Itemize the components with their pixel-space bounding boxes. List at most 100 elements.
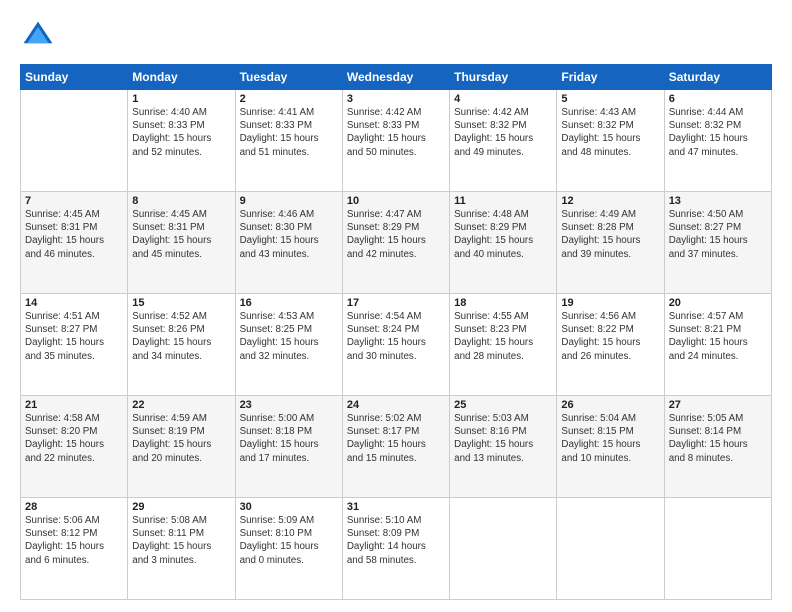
- calendar-header-thursday: Thursday: [450, 65, 557, 90]
- day-info: Sunrise: 4:53 AM Sunset: 8:25 PM Dayligh…: [240, 310, 338, 363]
- calendar-cell: 24Sunrise: 5:02 AM Sunset: 8:17 PM Dayli…: [342, 396, 449, 498]
- calendar-cell: 5Sunrise: 4:43 AM Sunset: 8:32 PM Daylig…: [557, 90, 664, 192]
- calendar-header-friday: Friday: [557, 65, 664, 90]
- day-info: Sunrise: 4:56 AM Sunset: 8:22 PM Dayligh…: [561, 310, 659, 363]
- calendar-week-3: 14Sunrise: 4:51 AM Sunset: 8:27 PM Dayli…: [21, 294, 772, 396]
- day-number: 17: [347, 297, 445, 309]
- day-info: Sunrise: 5:04 AM Sunset: 8:15 PM Dayligh…: [561, 412, 659, 465]
- calendar-cell: 7Sunrise: 4:45 AM Sunset: 8:31 PM Daylig…: [21, 192, 128, 294]
- calendar-cell: 26Sunrise: 5:04 AM Sunset: 8:15 PM Dayli…: [557, 396, 664, 498]
- calendar-cell: 10Sunrise: 4:47 AM Sunset: 8:29 PM Dayli…: [342, 192, 449, 294]
- calendar-cell: 11Sunrise: 4:48 AM Sunset: 8:29 PM Dayli…: [450, 192, 557, 294]
- day-number: 21: [25, 399, 123, 411]
- calendar-cell: 4Sunrise: 4:42 AM Sunset: 8:32 PM Daylig…: [450, 90, 557, 192]
- day-info: Sunrise: 5:00 AM Sunset: 8:18 PM Dayligh…: [240, 412, 338, 465]
- day-info: Sunrise: 4:58 AM Sunset: 8:20 PM Dayligh…: [25, 412, 123, 465]
- calendar-cell: [557, 498, 664, 600]
- calendar-cell: [450, 498, 557, 600]
- calendar-header-tuesday: Tuesday: [235, 65, 342, 90]
- day-info: Sunrise: 5:03 AM Sunset: 8:16 PM Dayligh…: [454, 412, 552, 465]
- logo: [20, 18, 60, 54]
- day-number: 25: [454, 399, 552, 411]
- day-info: Sunrise: 4:51 AM Sunset: 8:27 PM Dayligh…: [25, 310, 123, 363]
- calendar-cell: 17Sunrise: 4:54 AM Sunset: 8:24 PM Dayli…: [342, 294, 449, 396]
- calendar-week-2: 7Sunrise: 4:45 AM Sunset: 8:31 PM Daylig…: [21, 192, 772, 294]
- day-number: 19: [561, 297, 659, 309]
- calendar-cell: [21, 90, 128, 192]
- header: [20, 18, 772, 54]
- day-number: 28: [25, 501, 123, 513]
- day-number: 12: [561, 195, 659, 207]
- calendar-cell: 14Sunrise: 4:51 AM Sunset: 8:27 PM Dayli…: [21, 294, 128, 396]
- day-number: 14: [25, 297, 123, 309]
- day-info: Sunrise: 4:42 AM Sunset: 8:32 PM Dayligh…: [454, 106, 552, 159]
- day-number: 4: [454, 93, 552, 105]
- calendar-table: SundayMondayTuesdayWednesdayThursdayFrid…: [20, 64, 772, 600]
- calendar-cell: 21Sunrise: 4:58 AM Sunset: 8:20 PM Dayli…: [21, 396, 128, 498]
- day-info: Sunrise: 4:45 AM Sunset: 8:31 PM Dayligh…: [25, 208, 123, 261]
- day-number: 3: [347, 93, 445, 105]
- day-number: 26: [561, 399, 659, 411]
- calendar-cell: 16Sunrise: 4:53 AM Sunset: 8:25 PM Dayli…: [235, 294, 342, 396]
- day-number: 24: [347, 399, 445, 411]
- day-info: Sunrise: 4:50 AM Sunset: 8:27 PM Dayligh…: [669, 208, 767, 261]
- day-info: Sunrise: 4:42 AM Sunset: 8:33 PM Dayligh…: [347, 106, 445, 159]
- day-info: Sunrise: 4:40 AM Sunset: 8:33 PM Dayligh…: [132, 106, 230, 159]
- day-info: Sunrise: 4:44 AM Sunset: 8:32 PM Dayligh…: [669, 106, 767, 159]
- day-number: 20: [669, 297, 767, 309]
- day-info: Sunrise: 4:48 AM Sunset: 8:29 PM Dayligh…: [454, 208, 552, 261]
- calendar-cell: 2Sunrise: 4:41 AM Sunset: 8:33 PM Daylig…: [235, 90, 342, 192]
- day-number: 30: [240, 501, 338, 513]
- day-number: 1: [132, 93, 230, 105]
- calendar-cell: 3Sunrise: 4:42 AM Sunset: 8:33 PM Daylig…: [342, 90, 449, 192]
- calendar-cell: 28Sunrise: 5:06 AM Sunset: 8:12 PM Dayli…: [21, 498, 128, 600]
- calendar-cell: 6Sunrise: 4:44 AM Sunset: 8:32 PM Daylig…: [664, 90, 771, 192]
- calendar-cell: 1Sunrise: 4:40 AM Sunset: 8:33 PM Daylig…: [128, 90, 235, 192]
- day-number: 6: [669, 93, 767, 105]
- calendar-cell: 29Sunrise: 5:08 AM Sunset: 8:11 PM Dayli…: [128, 498, 235, 600]
- day-number: 23: [240, 399, 338, 411]
- calendar-cell: 9Sunrise: 4:46 AM Sunset: 8:30 PM Daylig…: [235, 192, 342, 294]
- calendar-cell: 20Sunrise: 4:57 AM Sunset: 8:21 PM Dayli…: [664, 294, 771, 396]
- calendar-cell: 8Sunrise: 4:45 AM Sunset: 8:31 PM Daylig…: [128, 192, 235, 294]
- calendar-cell: 25Sunrise: 5:03 AM Sunset: 8:16 PM Dayli…: [450, 396, 557, 498]
- calendar-header-sunday: Sunday: [21, 65, 128, 90]
- day-number: 13: [669, 195, 767, 207]
- calendar-cell: 22Sunrise: 4:59 AM Sunset: 8:19 PM Dayli…: [128, 396, 235, 498]
- day-number: 16: [240, 297, 338, 309]
- calendar-cell: 27Sunrise: 5:05 AM Sunset: 8:14 PM Dayli…: [664, 396, 771, 498]
- day-info: Sunrise: 4:46 AM Sunset: 8:30 PM Dayligh…: [240, 208, 338, 261]
- day-number: 31: [347, 501, 445, 513]
- day-number: 11: [454, 195, 552, 207]
- day-info: Sunrise: 5:08 AM Sunset: 8:11 PM Dayligh…: [132, 514, 230, 567]
- day-info: Sunrise: 5:02 AM Sunset: 8:17 PM Dayligh…: [347, 412, 445, 465]
- day-info: Sunrise: 4:47 AM Sunset: 8:29 PM Dayligh…: [347, 208, 445, 261]
- day-info: Sunrise: 4:41 AM Sunset: 8:33 PM Dayligh…: [240, 106, 338, 159]
- calendar-header-wednesday: Wednesday: [342, 65, 449, 90]
- day-number: 9: [240, 195, 338, 207]
- day-info: Sunrise: 4:49 AM Sunset: 8:28 PM Dayligh…: [561, 208, 659, 261]
- day-info: Sunrise: 4:52 AM Sunset: 8:26 PM Dayligh…: [132, 310, 230, 363]
- day-info: Sunrise: 5:05 AM Sunset: 8:14 PM Dayligh…: [669, 412, 767, 465]
- day-info: Sunrise: 4:54 AM Sunset: 8:24 PM Dayligh…: [347, 310, 445, 363]
- calendar-cell: 15Sunrise: 4:52 AM Sunset: 8:26 PM Dayli…: [128, 294, 235, 396]
- calendar-cell: 30Sunrise: 5:09 AM Sunset: 8:10 PM Dayli…: [235, 498, 342, 600]
- day-number: 10: [347, 195, 445, 207]
- day-number: 29: [132, 501, 230, 513]
- calendar-week-5: 28Sunrise: 5:06 AM Sunset: 8:12 PM Dayli…: [21, 498, 772, 600]
- day-number: 2: [240, 93, 338, 105]
- logo-icon: [20, 18, 56, 54]
- calendar-cell: 13Sunrise: 4:50 AM Sunset: 8:27 PM Dayli…: [664, 192, 771, 294]
- day-info: Sunrise: 4:59 AM Sunset: 8:19 PM Dayligh…: [132, 412, 230, 465]
- calendar-cell: 31Sunrise: 5:10 AM Sunset: 8:09 PM Dayli…: [342, 498, 449, 600]
- day-info: Sunrise: 5:09 AM Sunset: 8:10 PM Dayligh…: [240, 514, 338, 567]
- calendar-cell: [664, 498, 771, 600]
- page: SundayMondayTuesdayWednesdayThursdayFrid…: [0, 0, 792, 612]
- day-info: Sunrise: 4:55 AM Sunset: 8:23 PM Dayligh…: [454, 310, 552, 363]
- day-number: 7: [25, 195, 123, 207]
- calendar-cell: 19Sunrise: 4:56 AM Sunset: 8:22 PM Dayli…: [557, 294, 664, 396]
- day-number: 5: [561, 93, 659, 105]
- day-number: 15: [132, 297, 230, 309]
- calendar-cell: 23Sunrise: 5:00 AM Sunset: 8:18 PM Dayli…: [235, 396, 342, 498]
- calendar-cell: 12Sunrise: 4:49 AM Sunset: 8:28 PM Dayli…: [557, 192, 664, 294]
